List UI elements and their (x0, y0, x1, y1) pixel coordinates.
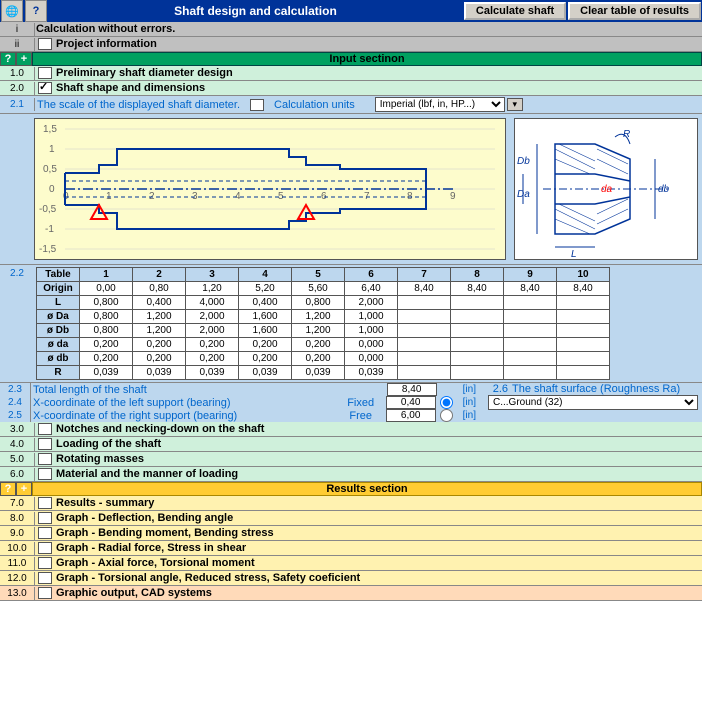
checkbox-icon[interactable] (38, 423, 52, 435)
free-radio[interactable] (440, 409, 453, 422)
svg-text:0: 0 (49, 184, 55, 195)
results-section-header: ? + Results section (0, 482, 702, 496)
clear-button[interactable]: Clear table of results (568, 2, 701, 20)
checkbox-icon[interactable] (38, 453, 52, 465)
section-10-0[interactable]: 10.0Graph - Radial force, Stress in shea… (0, 541, 702, 556)
dimension-diagram: R Db Da da db L (514, 118, 698, 260)
right-support-input[interactable]: 6,00 (386, 409, 436, 422)
section-12-0[interactable]: 12.0Graph - Torsional angle, Reduced str… (0, 571, 702, 586)
checkbox-icon[interactable] (38, 587, 52, 599)
svg-text:da: da (601, 184, 613, 195)
svg-text:-1: -1 (45, 224, 54, 235)
svg-text:1,5: 1,5 (43, 124, 57, 135)
section-1-0[interactable]: 1.0 Preliminary shaft diameter design (0, 66, 702, 81)
row-2-1: 2.1 The scale of the displayed shaft dia… (0, 96, 702, 114)
status-row: i Calculation without errors. (0, 22, 702, 37)
checkbox-icon[interactable] (38, 557, 52, 569)
chevron-down-icon[interactable]: ▾ (507, 98, 523, 111)
section-6-0[interactable]: 6.0Material and the manner of loading (0, 467, 702, 482)
section-8-0[interactable]: 8.0Graph - Deflection, Bending angle (0, 511, 702, 526)
checkbox-icon[interactable] (38, 468, 52, 480)
shaft-table[interactable]: Table12345678910Origin0,000,801,205,205,… (36, 267, 610, 380)
section-5-0[interactable]: 5.0Rotating masses (0, 452, 702, 467)
checkbox-icon[interactable] (38, 572, 52, 584)
section-4-0[interactable]: 4.0Loading of the shaft (0, 437, 702, 452)
svg-text:0,5: 0,5 (43, 164, 57, 175)
checkbox-icon[interactable] (38, 497, 52, 509)
project-info-row[interactable]: ii Project information (0, 37, 702, 52)
calculate-button[interactable]: Calculate shaft (464, 2, 566, 20)
row-2-2: 2.2 Table12345678910Origin0,000,801,205,… (0, 265, 702, 383)
left-support-input[interactable]: 0,40 (386, 396, 436, 409)
section-11-0[interactable]: 11.0Graph - Axial force, Torsional momen… (0, 556, 702, 571)
section-2-0[interactable]: 2.0 Shaft shape and dimensions (0, 81, 702, 96)
checkbox-icon[interactable] (38, 542, 52, 554)
checkbox-icon[interactable] (38, 38, 52, 50)
input-section-header: ? + Input sectinon (0, 52, 702, 66)
app-title: Shaft design and calculation (48, 4, 463, 18)
checkbox-icon[interactable] (38, 438, 52, 450)
svg-text:L: L (571, 249, 577, 260)
section-9-0[interactable]: 9.0Graph - Bending moment, Bending stres… (0, 526, 702, 541)
diagram-area: 1,510,50-0,5-1-1,5 0123456789 (0, 114, 702, 265)
checkbox-icon[interactable] (250, 99, 264, 111)
plus-icon[interactable]: + (16, 52, 32, 66)
section-7-0[interactable]: 7.0Results - summary (0, 496, 702, 511)
svg-text:Db: Db (517, 156, 530, 167)
section-13-0[interactable]: 13.0Graphic output, CAD systems (0, 586, 702, 601)
checkbox-icon[interactable] (38, 527, 52, 539)
surface-select[interactable]: C...Ground (32) (488, 395, 698, 410)
plus-icon[interactable]: + (16, 482, 32, 496)
title-bar: 🌐 ? Shaft design and calculation Calcula… (0, 0, 702, 22)
svg-text:1: 1 (49, 144, 55, 155)
svg-text:db: db (658, 184, 670, 195)
checkbox-icon[interactable] (38, 512, 52, 524)
svg-text:Da: Da (517, 189, 530, 200)
fixed-radio[interactable] (440, 396, 453, 409)
svg-text:-1,5: -1,5 (39, 244, 57, 255)
help-icon[interactable]: ? (25, 0, 47, 22)
help-icon[interactable]: ? (0, 482, 16, 496)
checkbox-icon[interactable] (38, 67, 52, 79)
units-select[interactable]: Imperial (lbf, in, HP...) (375, 97, 505, 112)
svg-text:-0,5: -0,5 (39, 204, 57, 215)
checkbox-icon[interactable] (38, 82, 52, 94)
globe-icon[interactable]: 🌐 (1, 0, 23, 22)
shaft-chart: 1,510,50-0,5-1-1,5 0123456789 (34, 118, 506, 260)
help-icon[interactable]: ? (0, 52, 16, 66)
section-3-0[interactable]: 3.0Notches and necking-down on the shaft (0, 422, 702, 437)
status-text: Calculation without errors. (35, 22, 702, 36)
total-length-value: 8,40 (387, 383, 437, 396)
svg-text:9: 9 (450, 191, 456, 202)
